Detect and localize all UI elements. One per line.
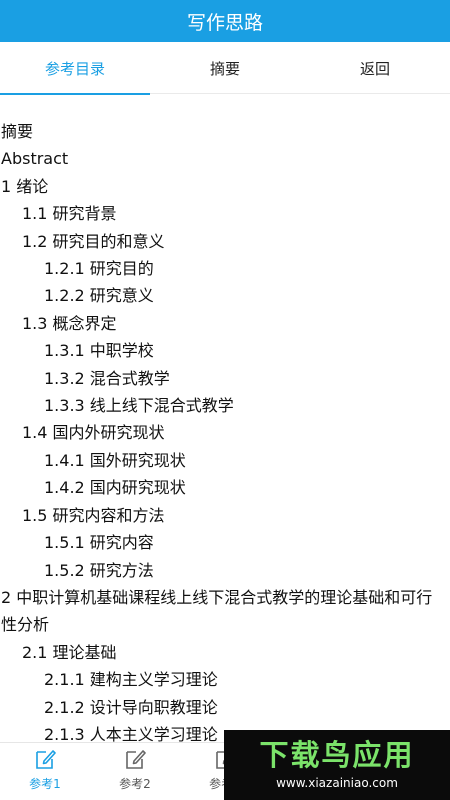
toc-item: 1.3 概念界定 [22, 313, 117, 333]
tab-label: 返回 [359, 59, 390, 78]
toc-item: 1.2.2 研究意义 [44, 286, 154, 306]
toc-item: Abstract [1, 149, 69, 169]
app-title: 写作思路 [186, 11, 263, 34]
nav-reference-2[interactable]: 参考2 [90, 743, 180, 800]
toc-item: 2 中职计算机基础课程线上线下混合式教学的理论基础和可行性分析 [1, 587, 433, 635]
toc-item: 1 绪论 [1, 176, 49, 196]
top-tabs: 参考目录 摘要 返回 [0, 42, 450, 95]
edit-icon [36, 750, 56, 769]
tab-reference-toc[interactable]: 参考目录 [0, 42, 150, 95]
toc-item: 摘要 [1, 122, 34, 141]
tab-label: 摘要 [209, 59, 240, 78]
nav-reference-1[interactable]: 参考1 [0, 743, 90, 800]
watermark-title: 下载鸟应用 [259, 738, 415, 772]
toc-item: 2.1.1 建构主义学习理论 [44, 670, 218, 690]
toc-item: 1.5.1 研究内容 [44, 533, 154, 553]
toc-item: 1.3.2 混合式教学 [44, 368, 170, 388]
tab-back[interactable]: 返回 [300, 42, 450, 94]
toc-item: 1.2 研究目的和意义 [22, 231, 165, 251]
toc-item: 1.4.2 国内研究现状 [44, 478, 186, 498]
toc-item: 1.3.1 中职学校 [44, 341, 154, 361]
toc-item: 1.5 研究内容和方法 [22, 505, 165, 525]
nav-label: 参考2 [119, 777, 151, 791]
toc-item: 1.4 国内外研究现状 [22, 423, 165, 443]
app-title-bar: 写作思路 [0, 0, 450, 42]
toc-item: 1.5.2 研究方法 [44, 560, 154, 580]
watermark-url: www.xiazainiao.com [276, 776, 398, 790]
toc-item: 1.4.1 国外研究现状 [44, 450, 186, 470]
toc-item: 1.2.1 研究目的 [44, 259, 154, 279]
nav-label: 参考1 [29, 777, 61, 791]
table-of-contents[interactable]: 摘要 Abstract 1 绪论 1.1 研究背景 1.2 研究目的和意义 1.… [0, 118, 450, 742]
watermark-logo: 下载鸟应用 www.xiazainiao.com [224, 730, 450, 800]
tab-abstract[interactable]: 摘要 [150, 42, 300, 94]
toc-item: 1.1 研究背景 [22, 204, 117, 224]
edit-icon [126, 750, 146, 769]
toc-item: 2.1.2 设计导向职教理论 [44, 697, 218, 717]
toc-item: 2.1 理论基础 [22, 642, 117, 662]
toc-item: 1.3.3 线上线下混合式教学 [44, 396, 234, 416]
tab-label: 参考目录 [44, 59, 105, 78]
